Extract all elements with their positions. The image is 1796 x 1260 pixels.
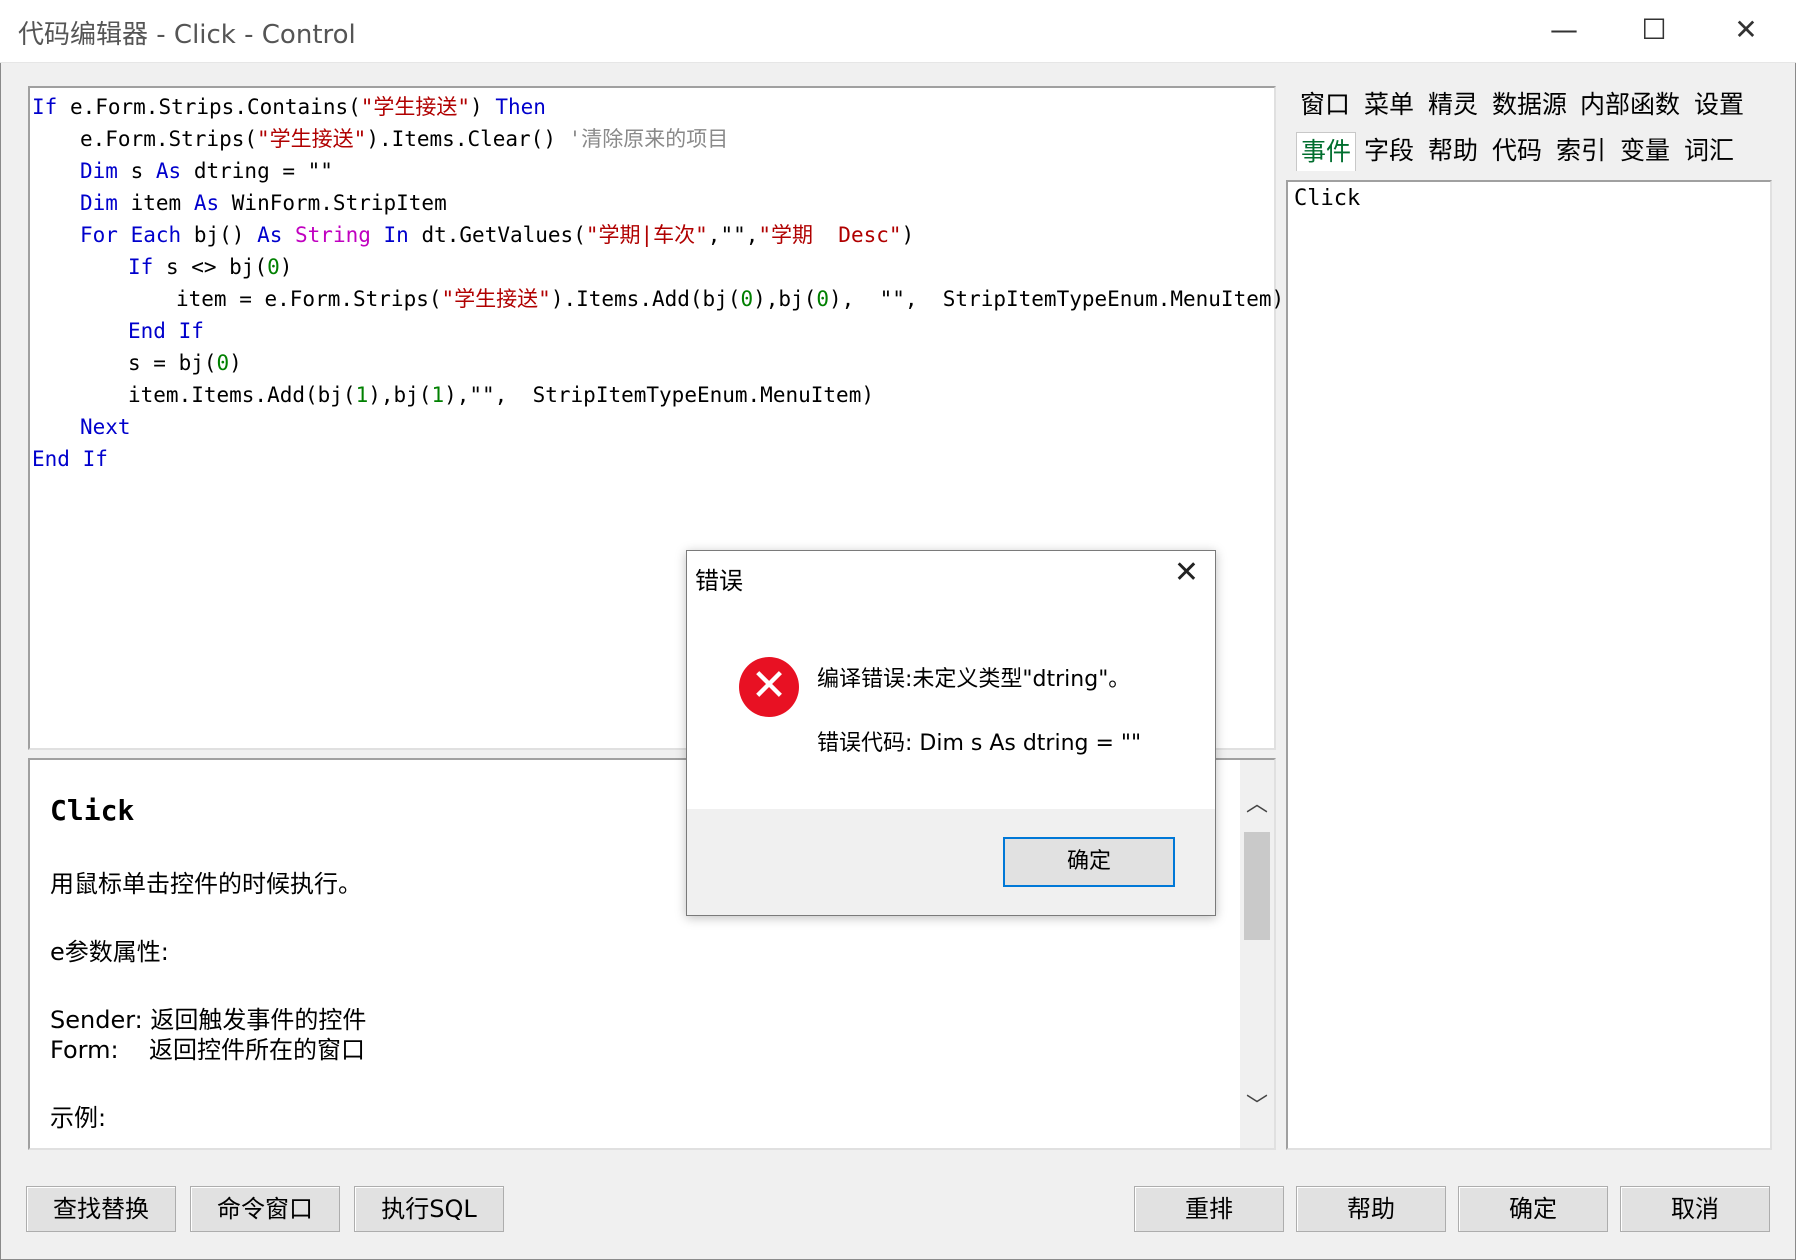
code-line: Dim s As dtring = ""	[80, 159, 333, 183]
code-line: If e.Form.Strips.Contains("学生接送") Then	[32, 95, 546, 119]
tab-vocabulary[interactable]: 词汇	[1680, 132, 1738, 170]
code-line: s = bj(0)	[128, 351, 242, 375]
error-message: 编译错误:未定义类型"dtring"。	[817, 667, 1131, 692]
tab-code[interactable]: 代码	[1488, 132, 1546, 170]
close-icon[interactable]: ✕	[1726, 10, 1766, 50]
code-line: For Each bj() As String In dt.GetValues(…	[80, 223, 915, 247]
tab-fields[interactable]: 字段	[1360, 132, 1418, 170]
find-replace-button[interactable]: 查找替换	[26, 1186, 176, 1232]
tab-wizard[interactable]: 精灵	[1424, 86, 1482, 124]
minimize-icon[interactable]: —	[1544, 10, 1584, 50]
code-line: item = e.Form.Strips("学生接送").Items.Add(b…	[176, 287, 1285, 311]
code-line: If s <> bj(0)	[128, 255, 293, 279]
dialog-close-icon[interactable]: ✕	[1174, 555, 1199, 590]
window-title: 代码编辑器 - Click - Control	[18, 20, 356, 50]
help-description: 用鼠标单击控件的时候执行。	[50, 870, 362, 898]
dialog-button-area: 确定	[687, 809, 1215, 915]
cancel-button[interactable]: 取消	[1620, 1186, 1770, 1232]
tab-window[interactable]: 窗口	[1296, 86, 1354, 124]
code-line: item.Items.Add(bj(1),bj(1),"", StripItem…	[128, 383, 874, 407]
title-bar: 代码编辑器 - Click - Control — ☐ ✕	[0, 0, 1796, 63]
run-sql-button[interactable]: 执行SQL	[354, 1186, 504, 1232]
command-window-button[interactable]: 命令窗口	[190, 1186, 340, 1232]
tab-help[interactable]: 帮助	[1424, 132, 1482, 170]
help-button[interactable]: 帮助	[1296, 1186, 1446, 1232]
ok-button[interactable]: 确定	[1458, 1186, 1608, 1232]
error-code-message: 错误代码: Dim s As dtring = ""	[817, 731, 1142, 756]
help-param-heading: e参数属性:	[50, 938, 169, 966]
error-icon: ✕	[739, 657, 799, 717]
tab-datasource[interactable]: 数据源	[1488, 86, 1571, 124]
help-form: Form: 返回控件所在的窗口	[50, 1036, 366, 1064]
help-example: 示例:	[50, 1104, 107, 1132]
tab-index[interactable]: 索引	[1552, 132, 1610, 170]
dialog-ok-button[interactable]: 确定	[1003, 837, 1175, 887]
error-dialog: 错误 ✕ ✕ 编译错误:未定义类型"dtring"。 错误代码: Dim s A…	[686, 550, 1216, 916]
tab-menu[interactable]: 菜单	[1360, 86, 1418, 124]
tab-variables[interactable]: 变量	[1616, 132, 1674, 170]
tab-events[interactable]: 事件	[1296, 132, 1357, 171]
tab-settings[interactable]: 设置	[1690, 86, 1748, 124]
scroll-down-icon[interactable]: ﹀	[1240, 1090, 1274, 1124]
code-line: End If	[32, 447, 108, 471]
side-tabs: 窗口 菜单 精灵 数据源 内部函数 设置 事件 字段 帮助 代码 索引 变量 词…	[1284, 86, 1768, 182]
code-line: Dim item As WinForm.StripItem	[80, 191, 447, 215]
code-line: e.Form.Strips("学生接送").Items.Clear() '清除原…	[80, 127, 729, 151]
maximize-icon[interactable]: ☐	[1634, 10, 1674, 50]
code-line: End If	[128, 319, 204, 343]
event-list[interactable]: Click	[1286, 180, 1772, 1150]
dialog-title: 错误	[695, 567, 743, 595]
scroll-thumb[interactable]	[1244, 832, 1270, 940]
help-scrollbar[interactable]: ︿ ﹀	[1240, 760, 1274, 1148]
tab-functions[interactable]: 内部函数	[1576, 86, 1684, 124]
scroll-up-icon[interactable]: ︿	[1240, 788, 1274, 822]
code-line: Next	[80, 415, 131, 439]
list-item[interactable]: Click	[1294, 186, 1360, 211]
rearrange-button[interactable]: 重排	[1134, 1186, 1284, 1232]
help-title: Click	[50, 794, 135, 827]
